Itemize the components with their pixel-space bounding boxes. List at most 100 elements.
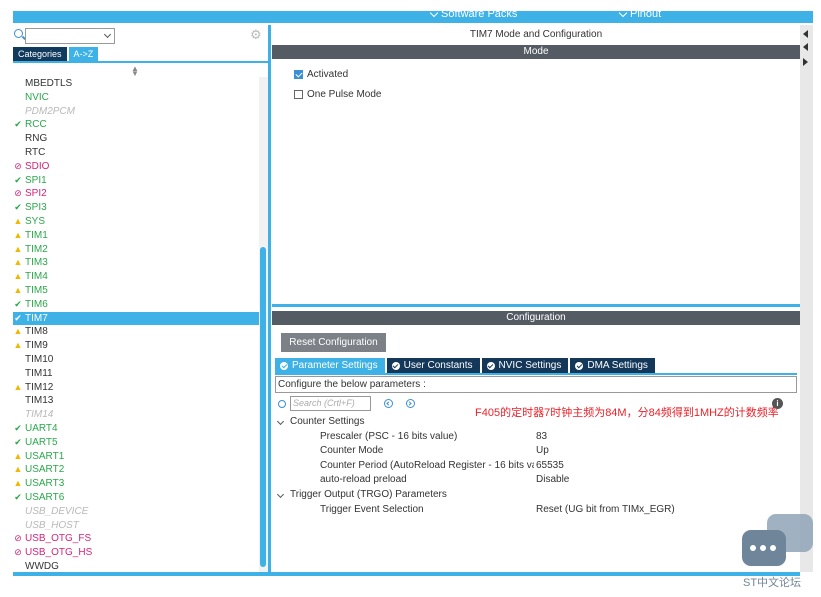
- list-item[interactable]: ⊘ USB_OTG_HS: [13, 546, 259, 560]
- next-result-icon[interactable]: [406, 399, 415, 408]
- check-icon: ✔: [14, 202, 22, 213]
- list-item[interactable]: MBEDTLS: [13, 77, 259, 91]
- parameter-value[interactable]: Reset (UG bit from TIMx_EGR): [536, 503, 675, 518]
- list-item[interactable]: USB_HOST: [13, 519, 259, 533]
- list-item[interactable]: ✔ RCC: [13, 118, 259, 132]
- tab-dma-settings[interactable]: DMA Settings: [570, 358, 655, 373]
- parameter-row[interactable]: Counter Mode Up: [278, 444, 793, 459]
- bubble-dot: [750, 545, 756, 551]
- list-item[interactable]: ✔ TIM7: [13, 311, 259, 326]
- left-panel: ⚙ Categories A->Z ▲ ▼ MBEDTLS NVIC PDM2PCM ✔…: [13, 25, 268, 572]
- tab-a-to-z[interactable]: A->Z: [68, 47, 99, 61]
- tab-parameter-settings[interactable]: Parameter Settings: [275, 358, 385, 373]
- chevron-down-icon[interactable]: [276, 490, 285, 499]
- tab-underline: [13, 61, 268, 63]
- activated-checkbox[interactable]: [294, 70, 303, 79]
- tab-nvic-settings[interactable]: NVIC Settings: [481, 358, 569, 373]
- list-item[interactable]: ✔ USART6: [13, 491, 259, 505]
- mode-config-divider[interactable]: [272, 304, 800, 307]
- check-icon: ✔: [14, 298, 22, 309]
- previous-result-icon[interactable]: [384, 399, 393, 408]
- list-item[interactable]: USB_DEVICE: [13, 505, 259, 519]
- list-item-label: SPI2: [25, 188, 47, 200]
- panel-divider[interactable]: [268, 25, 271, 572]
- list-item[interactable]: ✔ SPI1: [13, 174, 259, 188]
- list-item[interactable]: TIM10: [13, 353, 259, 367]
- list-item-label: TIM3: [25, 257, 48, 269]
- search-combo[interactable]: [25, 28, 115, 44]
- software-packs-menu[interactable]: Software Packs: [429, 11, 517, 20]
- parameter-row[interactable]: Counter Period (AutoReload Register - 16…: [278, 459, 793, 474]
- tab-underline: [275, 373, 797, 375]
- parameter-row[interactable]: Prescaler (PSC - 16 bits value) 83: [278, 430, 793, 445]
- list-item[interactable]: ▲ TIM1: [13, 229, 259, 243]
- chevron-down-icon[interactable]: [103, 30, 112, 39]
- list-item-label: TIM8: [25, 326, 48, 338]
- list-item[interactable]: ▲ USART3: [13, 477, 259, 491]
- list-item[interactable]: PDM2PCM: [13, 105, 259, 119]
- pinout-menu[interactable]: Pinout: [618, 11, 661, 20]
- list-item[interactable]: ▲ TIM3: [13, 256, 259, 270]
- list-item[interactable]: ▲ TIM2: [13, 243, 259, 257]
- list-item[interactable]: TIM11: [13, 367, 259, 381]
- parameter-value[interactable]: Up: [536, 444, 549, 459]
- collapse-strip[interactable]: [800, 25, 813, 572]
- collapse-left-icon[interactable]: [803, 43, 808, 51]
- one-pulse-row[interactable]: One Pulse Mode: [294, 89, 382, 100]
- list-item[interactable]: ✔ TIM6: [13, 298, 259, 312]
- parameter-search-input[interactable]: Search (Crtl+F): [290, 396, 371, 411]
- parameter-value[interactable]: 65535: [536, 459, 564, 474]
- check-icon: ✔: [14, 312, 22, 323]
- list-item[interactable]: ▲ TIM8: [13, 325, 259, 339]
- reset-configuration-button[interactable]: Reset Configuration: [281, 333, 386, 352]
- expand-right-icon[interactable]: [803, 58, 808, 66]
- check-icon: ✔: [14, 422, 22, 433]
- list-item[interactable]: TIM13: [13, 394, 259, 408]
- one-pulse-checkbox[interactable]: [294, 90, 303, 99]
- list-item[interactable]: ▲ TIM12: [13, 381, 259, 395]
- warning-icon: ▲: [13, 271, 23, 282]
- list-item[interactable]: ⊘ USB_OTG_FS: [13, 532, 259, 546]
- list-item[interactable]: RTC: [13, 146, 259, 160]
- parameter-row[interactable]: auto-reload preload Disable: [278, 473, 793, 488]
- list-item-label: TIM4: [25, 271, 48, 283]
- left-scrollbar[interactable]: [259, 77, 268, 572]
- list-item[interactable]: NVIC: [13, 91, 259, 105]
- list-item-label: SYS: [25, 215, 46, 227]
- chevron-down-icon[interactable]: [276, 417, 285, 426]
- list-item[interactable]: ▲ TIM5: [13, 284, 259, 298]
- list-item[interactable]: ✔ SPI3: [13, 201, 259, 215]
- list-item[interactable]: ⊘ SDIO: [13, 160, 259, 174]
- parameter-value[interactable]: 83: [536, 430, 547, 445]
- list-item-label: NVIC: [25, 91, 49, 103]
- configuration-header: Configuration: [272, 311, 800, 325]
- search-icon[interactable]: [14, 29, 23, 38]
- collapse-left-icon[interactable]: [803, 30, 808, 38]
- gear-icon[interactable]: ⚙: [250, 28, 263, 41]
- list-item[interactable]: ▲ TIM9: [13, 339, 259, 353]
- tab-user-constants[interactable]: User Constants: [386, 358, 480, 373]
- list-item[interactable]: ✔ UART5: [13, 436, 259, 450]
- parameter-row[interactable]: Trigger Event Selection Reset (UG bit fro…: [278, 503, 793, 518]
- mode-config-panel: TIM7 Mode and Configuration Mode Activat…: [272, 25, 800, 572]
- list-item-label: TIM11: [25, 367, 53, 379]
- list-item[interactable]: RNG: [13, 132, 259, 146]
- tree-group[interactable]: Trigger Output (TRGO) Parameters: [276, 488, 793, 503]
- top-toolbar: Software Packs Pinout: [13, 11, 813, 23]
- list-item[interactable]: ▲ TIM4: [13, 270, 259, 284]
- list-item[interactable]: ✔ UART4: [13, 422, 259, 436]
- list-item[interactable]: ⊘ SPI2: [13, 187, 259, 201]
- tab-categories[interactable]: Categories: [13, 47, 67, 61]
- list-item[interactable]: TIM14: [13, 408, 259, 422]
- list-item[interactable]: ▲ USART1: [13, 450, 259, 464]
- scrollbar-thumb[interactable]: [260, 247, 266, 567]
- list-item[interactable]: ▲ SYS: [13, 215, 259, 229]
- tree-group[interactable]: Counter Settings: [276, 415, 793, 430]
- activated-row[interactable]: Activated: [294, 69, 348, 80]
- check-circle-icon: [486, 361, 495, 370]
- sort-icon[interactable]: ▲ ▼: [131, 65, 139, 78]
- info-icon[interactable]: i: [772, 398, 783, 409]
- parameter-value[interactable]: Disable: [536, 473, 569, 488]
- warning-icon: ▲: [13, 450, 23, 461]
- list-item[interactable]: ▲ USART2: [13, 463, 259, 477]
